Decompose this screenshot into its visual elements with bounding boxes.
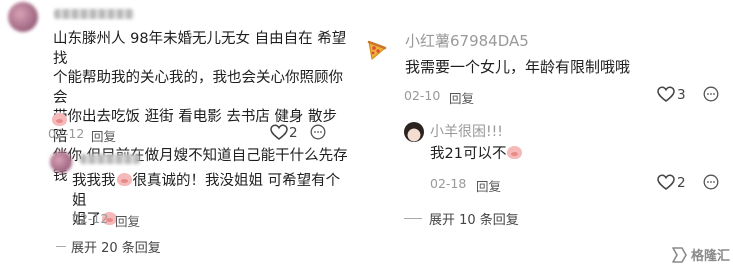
expand-replies-link[interactable]: 展开 10 条回复 bbox=[404, 209, 519, 228]
reply-text: 我我我 很真诚的！我没姐姐 可希望有个姐 姐了 bbox=[72, 173, 341, 228]
heart-icon[interactable] bbox=[657, 86, 675, 103]
reply-date: 02-18 bbox=[430, 176, 467, 191]
comment-date: 02-10 bbox=[404, 88, 441, 103]
pig-emoji bbox=[116, 173, 132, 186]
more-options-icon[interactable] bbox=[310, 124, 326, 140]
like-count: 3 bbox=[677, 87, 686, 103]
heart-icon[interactable] bbox=[657, 174, 675, 191]
commenter-name-redacted[interactable] bbox=[54, 6, 134, 19]
pizza-avatar-icon[interactable] bbox=[363, 37, 389, 63]
like-count: 2 bbox=[289, 125, 298, 141]
commenter-avatar[interactable] bbox=[8, 2, 38, 32]
watermark: 格隆汇 bbox=[670, 245, 730, 264]
more-options-icon[interactable] bbox=[703, 174, 719, 190]
reply-author-name[interactable]: 小羊很困!!! bbox=[430, 121, 503, 141]
reply-date: 02-12 bbox=[72, 211, 109, 226]
reply-name-redacted[interactable] bbox=[80, 154, 140, 164]
pig-emoji bbox=[52, 113, 67, 126]
like-count: 2 bbox=[677, 175, 686, 191]
comment-date: 02-12 bbox=[48, 126, 85, 141]
expand-replies-link[interactable]: 展开 20 条回复 bbox=[56, 237, 161, 256]
comment-text: 我需要一个女儿，年龄有限制哦哦 bbox=[405, 58, 631, 76]
expand-line bbox=[56, 246, 66, 247]
watermark-text: 格隆汇 bbox=[691, 249, 731, 264]
reply-button[interactable]: 回复 bbox=[449, 88, 474, 107]
more-options-icon[interactable] bbox=[703, 86, 719, 102]
reply-button[interactable]: 回复 bbox=[91, 126, 116, 145]
reply-avatar[interactable] bbox=[404, 122, 424, 142]
watermark-logo-icon bbox=[672, 246, 687, 263]
reply-button[interactable]: 回复 bbox=[476, 176, 501, 195]
expand-line bbox=[404, 218, 422, 219]
commenter-name[interactable]: 小红薯67984DA5 bbox=[405, 30, 529, 51]
heart-icon[interactable] bbox=[270, 124, 288, 141]
pig-emoji bbox=[507, 146, 523, 159]
reply-text: 我21可以不 bbox=[430, 145, 523, 165]
reply-button[interactable]: 回复 bbox=[115, 211, 140, 230]
reply-avatar[interactable] bbox=[50, 151, 72, 173]
